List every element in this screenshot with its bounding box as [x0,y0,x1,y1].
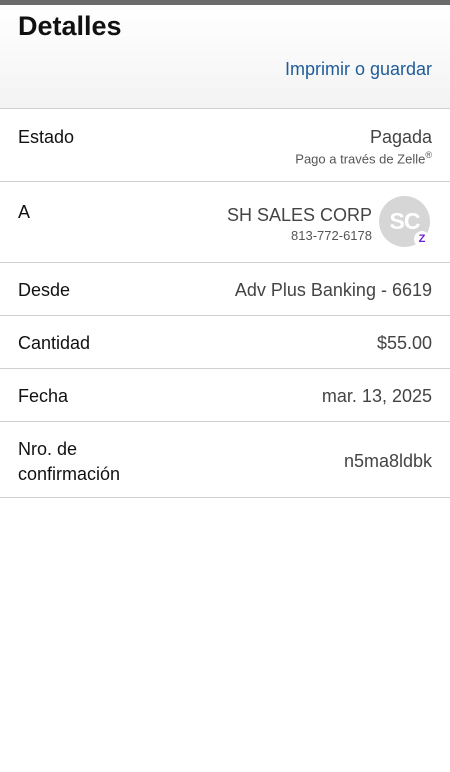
confirmacion-value: n5ma8ldbk [343,451,432,471]
row-confirmacion: Nro. de confirmación n5ma8ldbk [0,421,450,498]
estado-label: Estado [18,127,75,147]
row-desde: Desde Adv Plus Banking - 6619 [0,262,450,315]
estado-value: Pagada [369,127,432,147]
recipient-name: SH SALES CORP [226,205,372,225]
zelle-note: Pago a través de Zelle [295,151,426,167]
row-estado: Estado Pagada Pago a través de Zelle® [0,108,450,181]
row-fecha: Fecha mar. 13, 2025 [0,368,450,421]
recipient-phone: 813-772-6178 [291,228,372,243]
a-label: A [18,202,31,222]
zelle-icon: Z [414,231,430,247]
fecha-label: Fecha [18,386,69,406]
page-title: Detalles [18,11,122,41]
cantidad-label: Cantidad [18,333,91,353]
details-header: Detalles Imprimir o guardar [0,5,450,108]
row-a[interactable]: A SH SALES CORP 813-772-6178 SC Z [0,181,450,262]
cantidad-value: $55.00 [376,333,432,353]
registered-mark: ® [425,150,432,160]
row-cantidad: Cantidad $55.00 [0,315,450,368]
print-or-save-link[interactable]: Imprimir o guardar [285,59,432,80]
confirmacion-label-line1: Nro. de [18,439,78,459]
fecha-value: mar. 13, 2025 [321,386,432,406]
confirmacion-label-line2: confirmación [18,464,121,484]
details-list: Estado Pagada Pago a través de Zelle® A … [0,108,450,498]
desde-value: Adv Plus Banking - 6619 [234,280,432,300]
estado-sub: Pago a través de Zelle® [295,150,432,166]
desde-label: Desde [18,280,71,300]
